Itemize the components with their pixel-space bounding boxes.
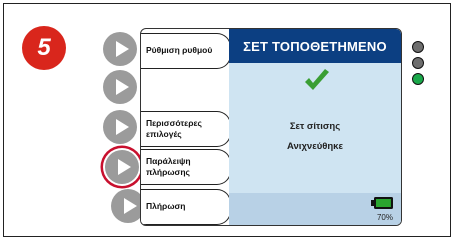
soft-key-label: Πλήρωση bbox=[146, 201, 186, 212]
play-button-skip-prime[interactable] bbox=[105, 150, 139, 184]
indicator-led-2 bbox=[412, 57, 424, 69]
screen-title: ΣΕΤ ΤΟΠΟΘΕΤΗΜΕΝΟ bbox=[229, 29, 401, 63]
battery-percent: 70% bbox=[376, 213, 393, 222]
indicator-led-1 bbox=[412, 41, 424, 53]
soft-key-label: Περισσότερες επιλογές bbox=[146, 117, 202, 139]
indicator-led-3 bbox=[412, 73, 424, 85]
play-icon bbox=[116, 41, 129, 57]
step-number-badge: 5 bbox=[22, 26, 66, 70]
battery-icon bbox=[371, 197, 393, 209]
soft-key-label: Παράλειψη πλήρωσης bbox=[146, 155, 191, 177]
pump-device: Ρύθμιση ρυθμού Περισσότερες επιλογές Παρ… bbox=[140, 28, 402, 226]
play-button-1[interactable] bbox=[103, 32, 137, 66]
soft-key-prime[interactable]: Πλήρωση bbox=[141, 189, 231, 225]
status-message-line1: Σετ σίτισης bbox=[289, 121, 341, 132]
step-number: 5 bbox=[37, 34, 51, 61]
play-button-2[interactable] bbox=[103, 70, 137, 104]
play-icon bbox=[116, 79, 129, 95]
play-button-3[interactable] bbox=[103, 110, 137, 144]
soft-key-label: Ρύθμιση ρυθμού bbox=[146, 45, 213, 56]
soft-key-more-options[interactable]: Περισσότερες επιλογές bbox=[141, 111, 231, 147]
soft-key-skip-prime[interactable]: Παράλειψη πλήρωσης bbox=[141, 149, 231, 185]
checkmark-icon bbox=[305, 69, 329, 90]
soft-key-rate-setting[interactable]: Ρύθμιση ρυθμού bbox=[141, 33, 231, 69]
play-icon bbox=[118, 159, 131, 175]
play-icon bbox=[116, 119, 129, 135]
status-message-line2: Ανιχνεύθηκε bbox=[287, 141, 343, 152]
screen-status-bar: 70% bbox=[229, 193, 401, 225]
pump-screen: ΣΕΤ ΤΟΠΟΘΕΤΗΜΕΝΟ Σετ σίτισης Ανιχνεύθηκε… bbox=[229, 29, 401, 225]
